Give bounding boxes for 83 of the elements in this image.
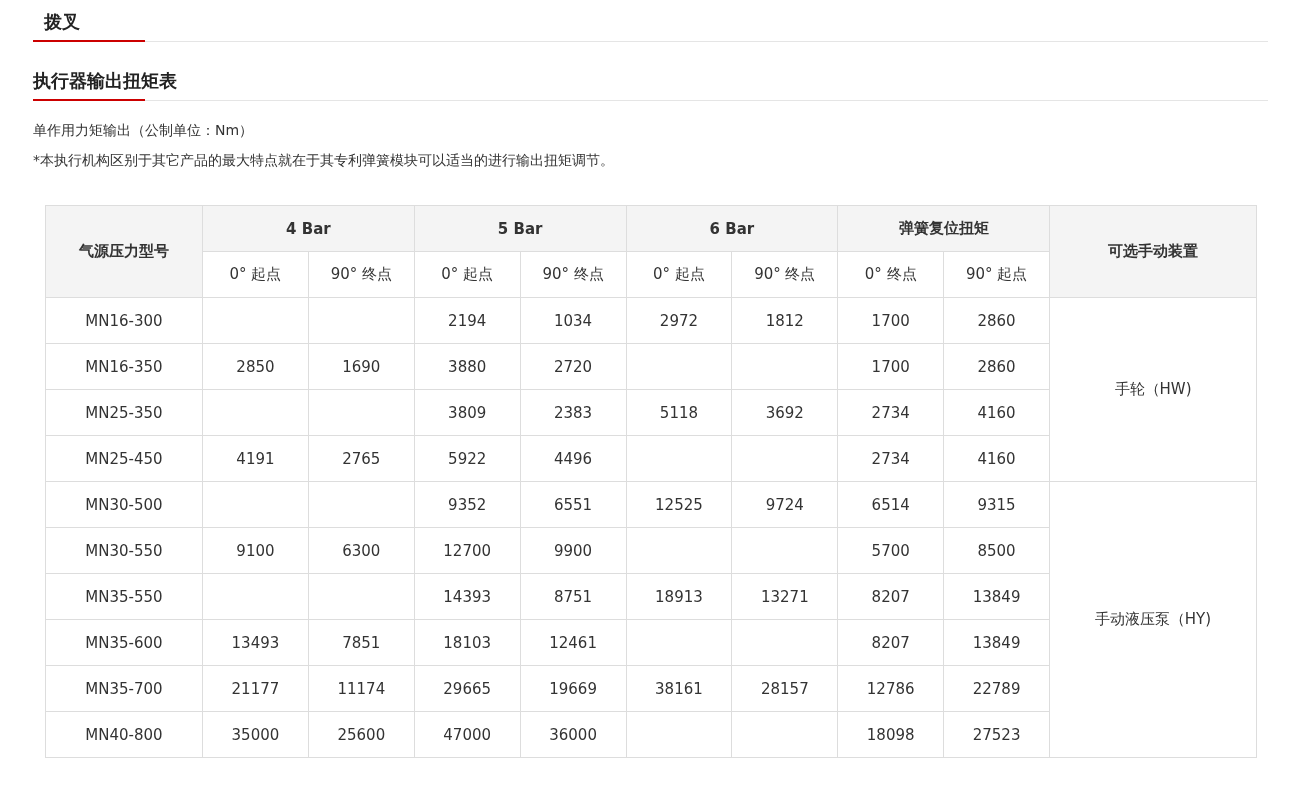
- table-cell: MN25-350: [45, 389, 203, 436]
- table-cell: 1034: [520, 297, 626, 344]
- table-cell: 2734: [837, 435, 944, 482]
- table-cell: 1700: [837, 297, 944, 344]
- table-cell: 6300: [308, 527, 415, 574]
- table-cell: 2765: [308, 435, 415, 482]
- table-cell: 2850: [202, 343, 309, 390]
- table-cell: 5922: [414, 435, 521, 482]
- table-cell: 手轮（HW): [1049, 297, 1257, 482]
- section-heading: 执行器输出扭矩表: [33, 69, 177, 93]
- table-cell: 13493: [202, 619, 309, 666]
- table-cell: 3880: [414, 343, 521, 390]
- table-cell: MN30-550: [45, 527, 203, 574]
- table-cell: 11174: [308, 665, 415, 712]
- table-cell: 38161: [626, 665, 732, 712]
- note-text: 单作用力矩输出（公制单位：Nm）: [33, 121, 255, 139]
- table-cell: MN35-600: [45, 619, 203, 666]
- table-cell: 9900: [520, 527, 626, 574]
- table-cell: 35000: [202, 711, 309, 758]
- table-cell: 47000: [414, 711, 521, 758]
- table-cell: 8207: [837, 619, 944, 666]
- table-cell: 3809: [414, 389, 521, 436]
- column-header: 气源压力型号: [45, 205, 203, 298]
- table-cell: MN25-450: [45, 435, 203, 482]
- table-cell: 8751: [520, 573, 626, 620]
- table-cell: 6551: [520, 481, 626, 528]
- table-cell: 12461: [520, 619, 626, 666]
- table-cell: 2720: [520, 343, 626, 390]
- column-header: 0° 起点: [202, 251, 309, 298]
- table-cell: 5700: [837, 527, 944, 574]
- note-text: *本执行机构区别于其它产品的最大特点就在于其专利弹簧模块可以适当的进行输出扭矩调节。: [33, 151, 615, 169]
- column-header: 0° 终点: [837, 251, 944, 298]
- table-cell: 2972: [626, 297, 732, 344]
- table-cell: 19669: [520, 665, 626, 712]
- table-cell: MN16-300: [45, 297, 203, 344]
- column-header: 90° 终点: [308, 251, 415, 298]
- column-header: 0° 起点: [626, 251, 732, 298]
- table-cell: 手动液压泵（HY): [1049, 481, 1257, 758]
- table-cell: 8207: [837, 573, 944, 620]
- table-cell: MN35-550: [45, 573, 203, 620]
- table-cell: 12700: [414, 527, 521, 574]
- table-cell: 1700: [837, 343, 944, 390]
- table-cell: 12525: [626, 481, 732, 528]
- column-group-header: 5 Bar: [414, 205, 626, 252]
- table-cell: 36000: [520, 711, 626, 758]
- column-header: 可选手动装置: [1049, 205, 1257, 298]
- column-header: 90° 终点: [520, 251, 626, 298]
- table-cell: 9724: [731, 481, 838, 528]
- table-cell: MN35-700: [45, 665, 203, 712]
- table-cell: 9315: [943, 481, 1050, 528]
- section-tab[interactable]: 拨叉: [33, 10, 145, 42]
- table-cell: 18913: [626, 573, 732, 620]
- table-cell: 3692: [731, 389, 838, 436]
- column-group-header: 4 Bar: [202, 205, 415, 252]
- table-cell: 21177: [202, 665, 309, 712]
- column-header: 0° 起点: [414, 251, 521, 298]
- column-group-header: 6 Bar: [626, 205, 838, 252]
- table-cell: 13271: [731, 573, 838, 620]
- table-cell: 28157: [731, 665, 838, 712]
- table-cell: 6514: [837, 481, 944, 528]
- table-cell: 18098: [837, 711, 944, 758]
- table-cell: 2734: [837, 389, 944, 436]
- column-header: 90° 终点: [731, 251, 838, 298]
- table-cell: 4496: [520, 435, 626, 482]
- table-cell: 7851: [308, 619, 415, 666]
- table-cell: 9352: [414, 481, 521, 528]
- table-cell: MN16-350: [45, 343, 203, 390]
- table-cell: 4191: [202, 435, 309, 482]
- table-cell: 9100: [202, 527, 309, 574]
- table-cell: 5118: [626, 389, 732, 436]
- table-cell: 18103: [414, 619, 521, 666]
- table-cell: MN30-500: [45, 481, 203, 528]
- table-cell: 25600: [308, 711, 415, 758]
- table-cell: 1812: [731, 297, 838, 344]
- table-cell: 14393: [414, 573, 521, 620]
- table-cell: 29665: [414, 665, 521, 712]
- column-group-header: 弹簧复位扭矩: [837, 205, 1050, 252]
- table-cell: 2860: [943, 297, 1050, 344]
- table-cell: 12786: [837, 665, 944, 712]
- table-cell: 2194: [414, 297, 521, 344]
- table-cell: MN40-800: [45, 711, 203, 758]
- table-cell: 1690: [308, 343, 415, 390]
- table-cell: 2383: [520, 389, 626, 436]
